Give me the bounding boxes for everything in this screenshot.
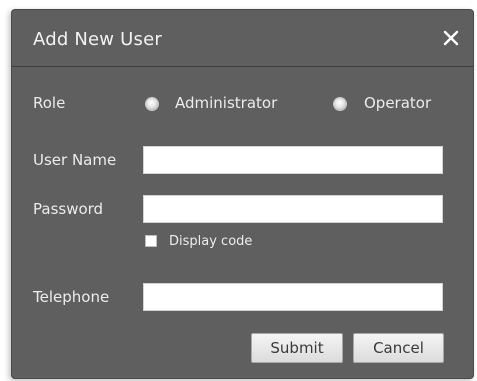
cancel-button[interactable]: Cancel — [353, 333, 444, 363]
dialog-title-bar: Add New User — [12, 10, 473, 67]
close-button[interactable] — [439, 26, 463, 50]
display-code-checkbox[interactable] — [145, 235, 157, 247]
role-operator-label[interactable]: Operator — [364, 94, 431, 112]
close-icon — [443, 30, 459, 46]
telephone-label: Telephone — [33, 288, 110, 306]
submit-button[interactable]: Submit — [251, 333, 343, 363]
password-label: Password — [33, 200, 104, 218]
role-operator-radio[interactable] — [334, 98, 346, 110]
role-administrator-label[interactable]: Administrator — [175, 94, 277, 112]
add-user-dialog: Add New User Role Administrator Operator… — [11, 9, 474, 379]
telephone-input[interactable] — [143, 283, 443, 311]
dialog-title: Add New User — [33, 29, 162, 50]
user-name-label: User Name — [33, 151, 117, 169]
user-name-input[interactable] — [143, 146, 443, 174]
role-administrator-radio[interactable] — [146, 98, 158, 110]
password-input[interactable] — [143, 195, 443, 223]
display-code-label[interactable]: Display code — [169, 234, 252, 249]
role-label: Role — [33, 94, 66, 112]
